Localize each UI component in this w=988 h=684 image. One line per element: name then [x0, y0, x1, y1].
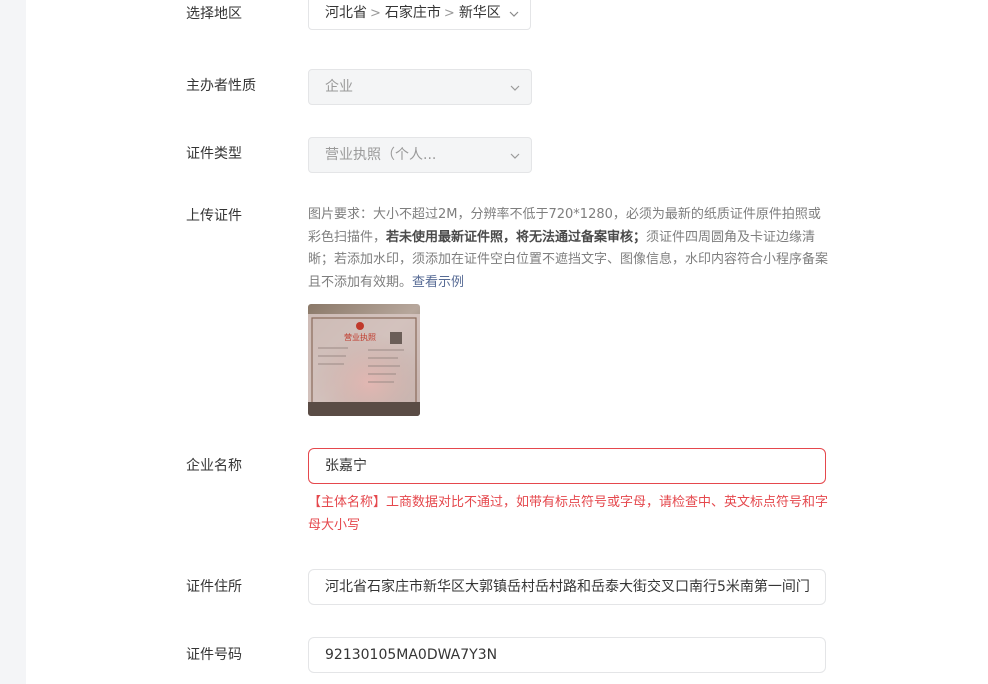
certificate-type-value: 营业执照（个人... [325, 147, 437, 163]
upload-label: 上传证件 [186, 208, 242, 224]
upload-requirements: 图片要求：大小不超过2M，分辨率不低于720*1280，必须为最新的纸质证件原件… [308, 204, 828, 294]
cert-number-input[interactable]: 92130105MA0DWA7Y3N [308, 637, 826, 673]
certificate-type-label: 证件类型 [186, 146, 242, 162]
company-name-input[interactable]: 张嘉宁 [308, 448, 826, 484]
upload-req-warning: 若未使用最新证件照，将无法通过备案审核； [386, 229, 647, 245]
chevron-down-icon [510, 153, 520, 159]
company-name-label: 企业名称 [186, 458, 242, 474]
organizer-type-select[interactable]: 企业 [308, 69, 532, 105]
region-city: 石家庄市 [384, 5, 441, 21]
chevron-down-icon [510, 85, 520, 91]
company-name-error: 【主体名称】工商数据对比不通过，如带有标点符号或字母，请检查中、英文标点符号和字… [308, 495, 829, 533]
organizer-type-label: 主办者性质 [186, 78, 256, 94]
certificate-type-select[interactable]: 营业执照（个人... [308, 137, 532, 173]
thumb-title: 营业执照 [344, 332, 376, 342]
region-separator-icon: > [370, 6, 381, 21]
address-label: 证件住所 [186, 579, 242, 595]
address-input[interactable]: 河北省石家庄市新华区大郭镇岳村岳村路和岳泰大街交叉口南行5米南第一间门 [308, 569, 826, 605]
uploaded-license-thumbnail[interactable]: 营业执照 [308, 304, 420, 416]
region-separator-icon: > [443, 6, 455, 21]
region-select[interactable]: 河北省 > 石家庄市 > 新华区 [308, 0, 531, 30]
region-district: 新华区 [458, 5, 501, 21]
region-label: 选择地区 [186, 6, 242, 22]
region-province: 河北省 [325, 5, 367, 21]
view-example-link[interactable]: 查看示例 [412, 275, 464, 290]
cert-number-label: 证件号码 [186, 647, 242, 663]
chevron-down-icon [509, 11, 519, 17]
organizer-type-value: 企业 [325, 79, 353, 95]
